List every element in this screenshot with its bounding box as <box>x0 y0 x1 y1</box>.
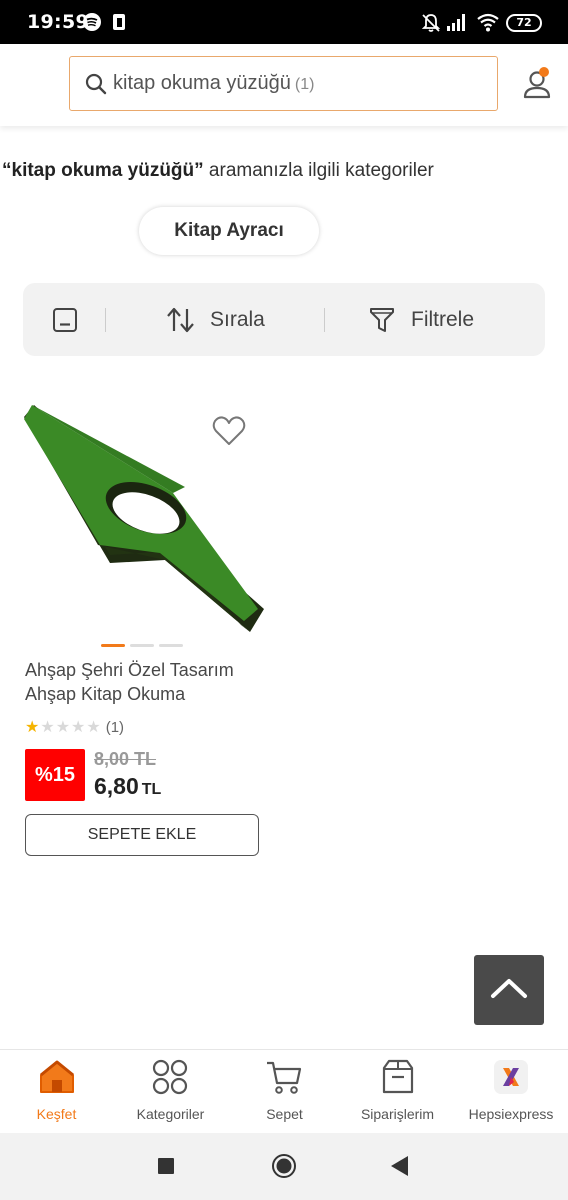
system-navigation-bar <box>0 1133 568 1200</box>
search-query-text: kitap okuma yüzüğü <box>113 72 291 94</box>
nav-label: Siparişlerim <box>360 1106 435 1122</box>
triangle-back-icon <box>391 1156 408 1176</box>
back-button[interactable] <box>389 1155 409 1182</box>
category-query-label: “kitap okuma yüzüğü” <box>2 160 204 181</box>
product-card[interactable]: Ahşap Şehri Özel Tasarım Ahşap Kitap Oku… <box>0 395 284 875</box>
sort-icon <box>167 307 194 332</box>
filter-label: Filtrele <box>411 307 475 331</box>
home-icon <box>38 1058 76 1101</box>
rating-stars: ★★★★★ (1) <box>25 717 124 737</box>
mute-bell-icon <box>420 12 442 39</box>
product-name[interactable]: Ahşap Şehri Özel Tasarım Ahşap Kitap Oku… <box>25 658 275 706</box>
account-button[interactable] <box>520 66 556 102</box>
spotify-icon <box>82 12 102 37</box>
app-screen: 19:59 72 kitap okuma yüzüğü (1) “kitap o… <box>0 0 568 1200</box>
app-header: kitap okuma yüzüğü (1) <box>0 44 568 126</box>
categories-icon <box>151 1058 189 1101</box>
view-toggle-button[interactable] <box>52 283 78 356</box>
nav-kesfet[interactable]: Keşfet <box>0 1050 113 1133</box>
signal-icon <box>446 12 468 37</box>
toolbar-divider <box>324 308 325 332</box>
star-empty-icon: ★ <box>40 719 56 736</box>
category-chip[interactable]: Kitap Ayracı <box>139 207 319 255</box>
circle-icon <box>272 1154 296 1178</box>
price-currency: TL <box>141 781 162 798</box>
nav-label: Sepet <box>266 1106 303 1122</box>
chevron-up-icon <box>491 979 527 998</box>
nav-label: Keşfet <box>36 1106 77 1122</box>
heart-icon <box>212 416 246 445</box>
pagination-dot <box>130 644 154 647</box>
battery-indicator: 72 <box>506 14 542 32</box>
toolbar-divider <box>105 308 106 332</box>
status-time: 19:59 <box>27 11 89 33</box>
star-empty-icon: ★ <box>86 719 102 736</box>
cart-icon <box>265 1058 303 1101</box>
list-view-icon <box>53 307 77 332</box>
nav-siparislerim[interactable]: Siparişlerim <box>341 1050 454 1133</box>
nav-kategoriler[interactable]: Kategoriler <box>113 1050 228 1133</box>
search-result-count: (1) <box>294 76 315 93</box>
user-icon <box>523 67 551 99</box>
pagination-dot <box>159 644 183 647</box>
favorite-button[interactable] <box>211 415 247 447</box>
old-price: 8,00 TL <box>94 749 157 769</box>
search-query: kitap okuma yüzüğü (1) <box>113 72 314 95</box>
nav-label: Hepsiexpress <box>468 1106 554 1122</box>
scroll-top-button[interactable] <box>474 955 544 1025</box>
search-icon <box>85 73 107 100</box>
nav-hepsiexpress[interactable]: Hepsiexpress <box>454 1050 568 1133</box>
discount-badge: %15 <box>25 749 85 801</box>
orders-icon <box>379 1058 417 1101</box>
nav-label: Kategoriler <box>136 1106 205 1122</box>
home-system-button[interactable] <box>271 1153 297 1184</box>
recents-button[interactable] <box>157 1157 175 1180</box>
star-filled-icon: ★ <box>25 719 41 736</box>
square-icon <box>158 1158 174 1174</box>
wifi-icon <box>476 12 500 37</box>
phone-screen-icon <box>109 12 129 37</box>
sort-filter-toolbar: Sırala Filtrele <box>23 283 545 356</box>
status-bar: 19:59 72 <box>0 0 568 44</box>
price-value: 6,80 <box>94 773 139 799</box>
hepsiexpress-icon <box>492 1058 530 1101</box>
review-count: (1) <box>105 719 125 736</box>
bottom-navigation: Keşfet Kategoriler Sepet Siparişlerim He… <box>0 1049 568 1132</box>
pagination-dot-active <box>101 644 125 647</box>
category-title-suffix: aramanızla ilgili kategoriler <box>203 160 434 181</box>
search-input[interactable]: kitap okuma yüzüğü (1) <box>69 56 498 111</box>
star-empty-icon: ★ <box>55 719 72 736</box>
sort-button[interactable]: Sırala <box>166 283 265 356</box>
filter-icon <box>370 307 394 332</box>
nav-sepet[interactable]: Sepet <box>228 1050 341 1133</box>
sort-label: Sırala <box>210 307 265 331</box>
add-to-cart-button[interactable]: SEPETE EKLE <box>25 814 259 856</box>
current-price: 6,80 TL <box>94 773 161 800</box>
related-categories-title: “kitap okuma yüzüğü” aramanızla ilgili k… <box>2 160 434 182</box>
star-empty-icon: ★ <box>71 719 87 736</box>
filter-button[interactable]: Filtrele <box>369 283 474 356</box>
